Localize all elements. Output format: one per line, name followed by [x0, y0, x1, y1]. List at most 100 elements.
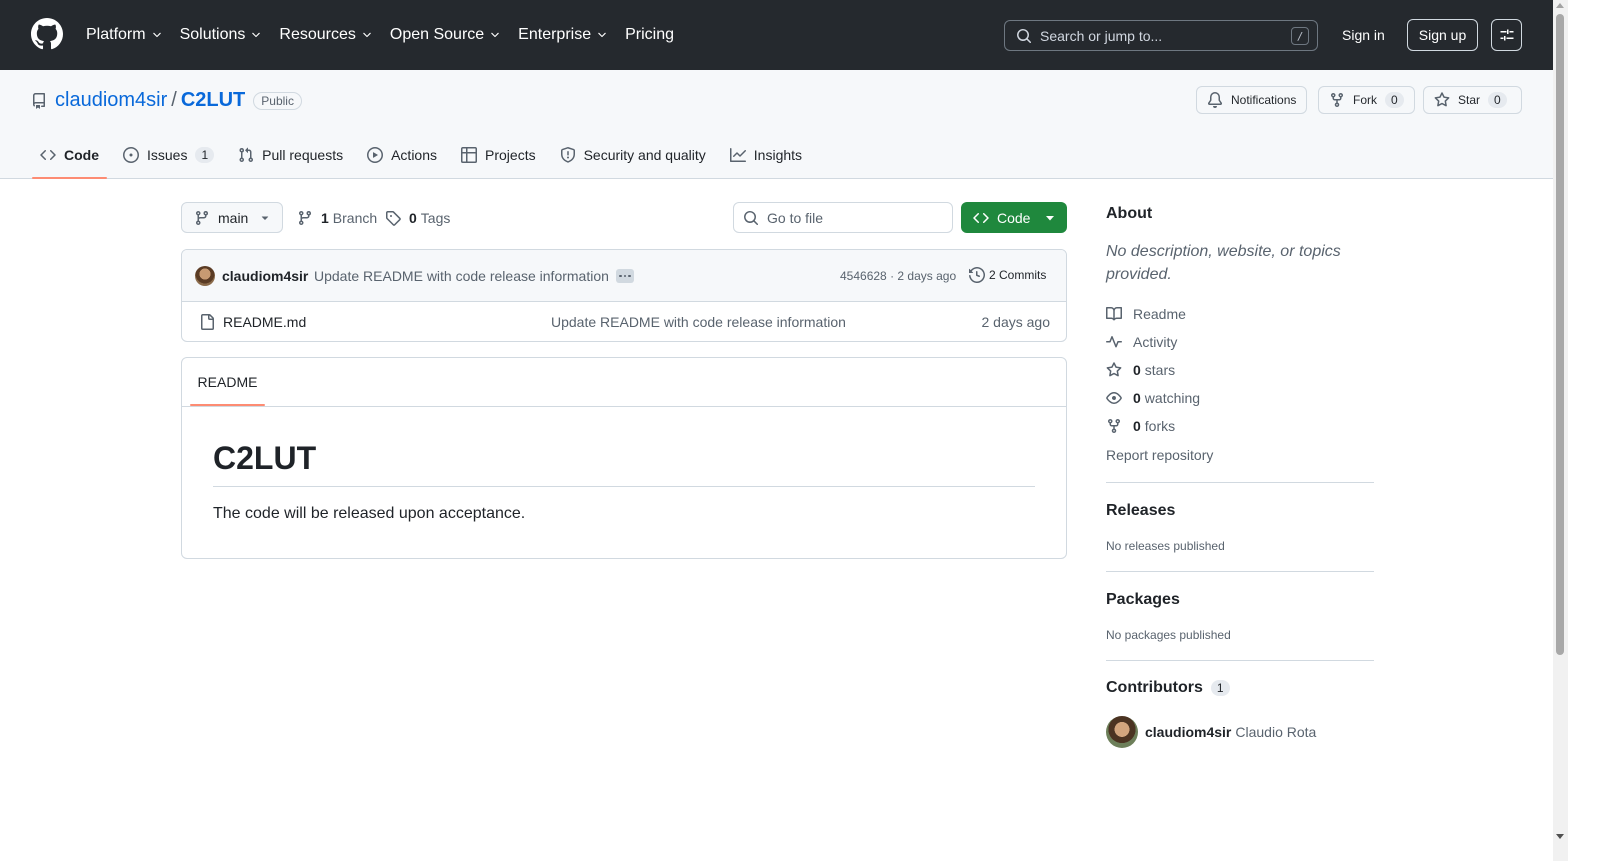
readme-link-label: Readme	[1133, 306, 1186, 322]
star-icon	[1434, 92, 1450, 107]
nav-platform[interactable]: Platform	[86, 24, 163, 46]
repo-name-link[interactable]: C2LUT	[181, 89, 245, 112]
chevron-down-icon	[152, 32, 161, 38]
nav-solutions[interactable]: Solutions	[180, 24, 263, 46]
repository-header: claudiom4sir / C2LUT Public Notification…	[0, 70, 1553, 179]
repo-icon	[33, 92, 45, 109]
stars-link[interactable]: 0 stars	[1106, 362, 1175, 378]
commit-message-link[interactable]: Update README with code release informat…	[314, 268, 609, 284]
tab-label: Security and quality	[583, 147, 706, 163]
book-icon	[1106, 306, 1122, 321]
fork-count: 0	[1385, 92, 1404, 108]
nav-pricing[interactable]: Pricing	[625, 24, 674, 46]
code-button-label: Code	[997, 209, 1031, 226]
sign-in-link[interactable]: Sign in	[1334, 19, 1393, 51]
commit-hash-time[interactable]: 4546628 · 2 days ago	[840, 269, 956, 283]
contributors-title: Contributors	[1106, 679, 1203, 696]
sign-up-button[interactable]: Sign up	[1407, 19, 1478, 51]
shield-icon	[560, 147, 575, 163]
tab-projects[interactable]: Projects	[453, 132, 544, 178]
activity-link[interactable]: Activity	[1106, 334, 1177, 350]
divider	[1106, 660, 1374, 661]
stars-label: stars	[1144, 362, 1176, 378]
bell-icon	[1207, 92, 1222, 108]
packages-heading[interactable]: Packages	[1106, 591, 1180, 609]
tab-issues[interactable]: Issues 1	[115, 132, 222, 178]
caret-down-icon	[261, 216, 269, 220]
global-header: Platform Solutions Resources Open Source…	[0, 0, 1553, 70]
notifications-button[interactable]: Notifications	[1196, 86, 1308, 114]
nav-resources[interactable]: Resources	[279, 24, 372, 46]
tab-label: Pull requests	[262, 147, 344, 163]
tags-link[interactable]: 0 Tags	[385, 202, 450, 233]
code-dropdown-button[interactable]: Code	[961, 202, 1067, 233]
tab-label: Code	[64, 147, 99, 163]
star-button[interactable]: Star 0	[1423, 86, 1522, 114]
commits-history-link[interactable]: 2 Commits	[969, 267, 1046, 283]
fork-button[interactable]: Fork 0	[1318, 86, 1415, 114]
page-scrollbar[interactable]	[1553, 0, 1568, 861]
branch-label: Branch	[332, 209, 378, 226]
star-count: 0	[1488, 92, 1507, 108]
commit-expand-button[interactable]	[616, 269, 634, 283]
contributor-login: claudiom4sir	[1145, 724, 1232, 740]
tab-pull-requests[interactable]: Pull requests	[230, 132, 351, 178]
contributor-item[interactable]: claudiom4sir Claudio Rota	[1106, 716, 1316, 748]
nav-label: Open Source	[389, 26, 485, 43]
scroll-thumb[interactable]	[1556, 14, 1564, 655]
fork-label: Fork	[1353, 93, 1377, 107]
search-icon	[744, 210, 759, 225]
nav-label: Resources	[279, 26, 356, 43]
appearance-settings-button[interactable]	[1491, 19, 1522, 51]
fork-icon	[1108, 419, 1120, 434]
report-repository-link[interactable]: Report repository	[1106, 447, 1213, 463]
nav-open-source[interactable]: Open Source	[390, 24, 501, 46]
avatar[interactable]	[195, 266, 215, 286]
branch-count: 1	[321, 209, 329, 226]
file-icon	[201, 314, 214, 330]
nav-label: Enterprise	[518, 26, 592, 43]
repo-owner-link[interactable]: claudiom4sir	[55, 89, 167, 112]
activity-link-label: Activity	[1133, 334, 1178, 350]
nav-enterprise[interactable]: Enterprise	[518, 24, 608, 46]
contributors-count: 1	[1210, 680, 1230, 696]
sliders-icon	[1500, 29, 1513, 41]
global-search-input[interactable]: Search or jump to... /	[1004, 20, 1318, 51]
go-to-file-input[interactable]: Go to file	[733, 202, 953, 233]
search-shortcut-key: /	[1291, 27, 1309, 45]
issues-count: 1	[195, 147, 215, 163]
about-heading: About	[1106, 205, 1153, 222]
readme-link[interactable]: Readme	[1106, 306, 1186, 322]
releases-heading[interactable]: Releases	[1106, 502, 1175, 520]
file-name-link[interactable]: README.md	[223, 314, 306, 330]
file-commit-message-link[interactable]: Update README with code release informat…	[551, 314, 846, 330]
readme-tab[interactable]: README	[190, 358, 265, 406]
table-icon	[461, 147, 478, 163]
scroll-up-arrow-icon[interactable]	[1556, 3, 1564, 8]
scroll-down-arrow-icon[interactable]	[1556, 834, 1564, 839]
forks-link[interactable]: 0 forks	[1106, 418, 1175, 434]
commit-time: 2 days ago	[897, 269, 957, 283]
tab-insights[interactable]: Insights	[722, 132, 810, 178]
tab-actions[interactable]: Actions	[359, 132, 445, 178]
tab-security[interactable]: Security and quality	[552, 132, 714, 178]
tab-code[interactable]: Code	[32, 132, 107, 179]
contributors-heading[interactable]: Contributors 1	[1106, 679, 1230, 697]
issue-icon	[123, 147, 139, 163]
repo-tabs: Code Issues 1 Pull requests Actions Proj…	[32, 132, 818, 179]
code-icon	[40, 149, 56, 161]
branches-link[interactable]: 1 Branch	[297, 202, 377, 233]
star-icon	[1106, 362, 1122, 377]
notifications-label: Notifications	[1231, 93, 1297, 107]
avatar[interactable]	[1106, 716, 1138, 748]
tab-label: Actions	[391, 147, 438, 163]
watching-label: watching	[1144, 390, 1201, 406]
commit-author-link[interactable]: claudiom4sir	[222, 268, 308, 284]
latest-commit-bar: claudiom4sir Update README with code rel…	[182, 250, 1066, 302]
branch-selector[interactable]: main	[181, 202, 283, 233]
watchers-link[interactable]: 0 watching	[1106, 390, 1200, 406]
search-placeholder: Search or jump to...	[1040, 27, 1163, 44]
contributor-name: Claudio Rota	[1235, 724, 1317, 740]
github-logo-icon[interactable]	[31, 18, 63, 50]
pull-request-icon	[239, 147, 254, 163]
